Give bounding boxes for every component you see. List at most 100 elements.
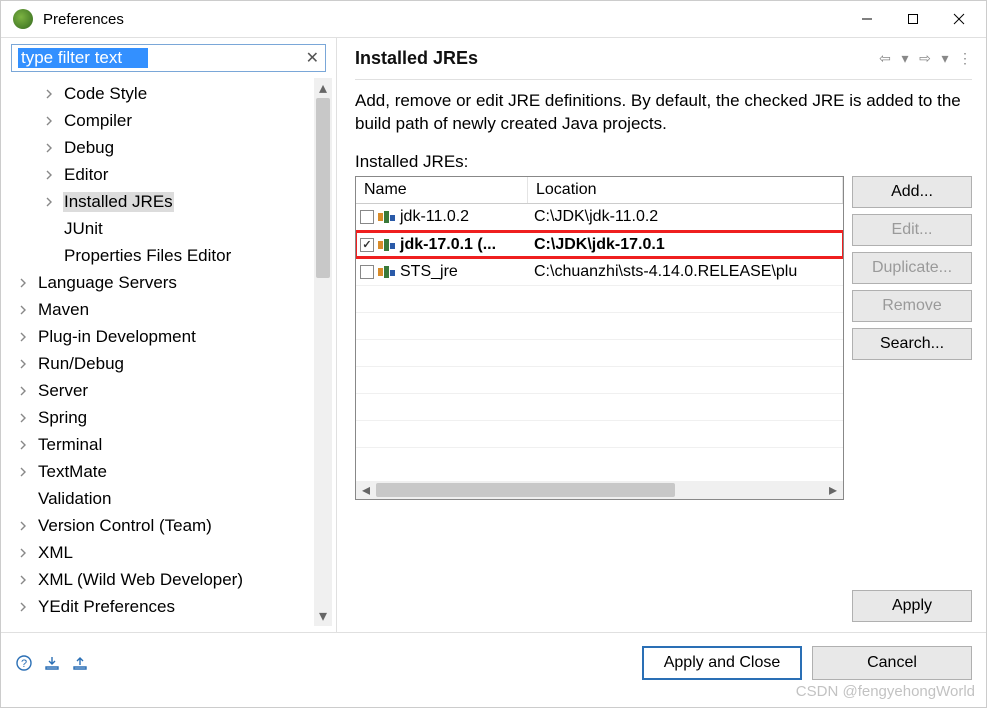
chevron-right-icon[interactable] — [15, 437, 31, 453]
chevron-right-icon[interactable] — [41, 140, 57, 156]
chevron-right-icon[interactable] — [15, 545, 31, 561]
table-row-empty — [356, 339, 843, 366]
tree-item[interactable]: Installed JREs — [5, 188, 314, 215]
table-row-empty — [356, 393, 843, 420]
footer: ? Apply and Close Cancel — [1, 633, 986, 693]
tree-item[interactable]: TextMate — [5, 458, 314, 485]
toolbar-mini: ⇦ ▾ ⇨ ▾ ⋮ — [878, 50, 972, 67]
table-row[interactable]: STS_jreC:\chuanzhi\sts-4.14.0.RELEASE\pl… — [356, 258, 843, 285]
jre-table[interactable]: Name Location jdk-11.0.2C:\JDK\jdk-11.0.… — [355, 176, 844, 500]
edit-button[interactable]: Edit... — [852, 214, 972, 246]
search-button[interactable]: Search... — [852, 328, 972, 360]
help-icon[interactable]: ? — [15, 654, 33, 672]
table-row[interactable]: ✓jdk-17.0.1 (...C:\JDK\jdk-17.0.1 — [356, 231, 843, 258]
cell-name: jdk-11.0.2 — [356, 208, 528, 226]
maximize-button[interactable] — [890, 3, 936, 35]
chevron-right-icon[interactable] — [41, 194, 57, 210]
apply-and-close-button[interactable]: Apply and Close — [642, 646, 802, 680]
scroll-up-icon[interactable]: ▴ — [316, 80, 330, 96]
filter-input[interactable] — [18, 48, 148, 68]
forward-menu-icon[interactable]: ▾ — [938, 50, 952, 67]
table-label: Installed JREs: — [355, 152, 972, 172]
right-panel: Installed JREs ⇦ ▾ ⇨ ▾ ⋮ Add, remove or … — [337, 38, 986, 632]
tree-item[interactable]: Compiler — [5, 107, 314, 134]
cancel-button[interactable]: Cancel — [812, 646, 972, 680]
chevron-right-icon[interactable] — [41, 167, 57, 183]
tree-item[interactable]: Maven — [5, 296, 314, 323]
tree-item[interactable]: XML — [5, 539, 314, 566]
tree-item-label: Run/Debug — [37, 354, 125, 374]
scroll-thumb[interactable] — [316, 98, 330, 278]
forward-icon[interactable]: ⇨ — [918, 50, 932, 67]
tree-item-label: Spring — [37, 408, 88, 428]
chevron-right-icon[interactable] — [15, 329, 31, 345]
checkbox[interactable] — [360, 210, 374, 224]
tree-item[interactable]: Version Control (Team) — [5, 512, 314, 539]
table-row-empty — [356, 312, 843, 339]
workarea: ✕ Code StyleCompilerDebugEditorInstalled… — [1, 37, 986, 633]
tree-item[interactable]: Properties Files Editor — [5, 242, 314, 269]
tree-item-label: Terminal — [37, 435, 103, 455]
chevron-right-icon[interactable] — [41, 113, 57, 129]
table-header: Name Location — [356, 177, 843, 204]
tree-item[interactable]: Editor — [5, 161, 314, 188]
tree-item[interactable]: Plug-in Development — [5, 323, 314, 350]
column-name[interactable]: Name — [356, 177, 528, 203]
chevron-right-icon[interactable] — [15, 383, 31, 399]
tree-item-label: Properties Files Editor — [63, 246, 232, 266]
duplicate-button[interactable]: Duplicate... — [852, 252, 972, 284]
apply-button[interactable]: Apply — [852, 590, 972, 622]
back-menu-icon[interactable]: ▾ — [898, 50, 912, 67]
filter-box[interactable]: ✕ — [11, 44, 326, 72]
tree-item[interactable]: XML (Wild Web Developer) — [5, 566, 314, 593]
close-button[interactable] — [936, 3, 982, 35]
chevron-right-icon[interactable] — [41, 86, 57, 102]
tree-item[interactable]: Debug — [5, 134, 314, 161]
tree-item[interactable]: Validation — [5, 485, 314, 512]
clear-filter-icon[interactable]: ✕ — [306, 48, 319, 68]
tree-item[interactable]: Terminal — [5, 431, 314, 458]
add-button[interactable]: Add... — [852, 176, 972, 208]
scroll-down-icon[interactable]: ▾ — [316, 608, 330, 624]
scroll-thumb-h[interactable] — [376, 483, 675, 497]
table-row-empty — [356, 447, 843, 474]
tree-item-label: XML (Wild Web Developer) — [37, 570, 244, 590]
tree-scrollbar[interactable]: ▴ ▾ — [314, 78, 332, 626]
tree-item[interactable]: YEdit Preferences — [5, 593, 314, 620]
tree-item[interactable]: Code Style — [5, 80, 314, 107]
svg-text:?: ? — [21, 658, 27, 670]
export-icon[interactable] — [71, 654, 89, 672]
checkbox[interactable] — [360, 265, 374, 279]
minimize-button[interactable] — [844, 3, 890, 35]
checkbox[interactable]: ✓ — [360, 238, 374, 252]
table-body[interactable]: jdk-11.0.2C:\JDK\jdk-11.0.2✓jdk-17.0.1 (… — [356, 204, 843, 481]
view-menu-icon[interactable]: ⋮ — [958, 50, 972, 67]
tree-item[interactable]: Run/Debug — [5, 350, 314, 377]
chevron-right-icon[interactable] — [15, 572, 31, 588]
chevron-right-icon[interactable] — [15, 302, 31, 318]
table-row[interactable]: jdk-11.0.2C:\JDK\jdk-11.0.2 — [356, 204, 843, 231]
tree-item-label: Validation — [37, 489, 112, 509]
apply-row: Apply — [355, 574, 972, 622]
tree-item[interactable]: JUnit — [5, 215, 314, 242]
tree-item[interactable]: Language Servers — [5, 269, 314, 296]
back-icon[interactable]: ⇦ — [878, 50, 892, 67]
import-icon[interactable] — [43, 654, 61, 672]
column-location[interactable]: Location — [528, 177, 843, 203]
preferences-tree[interactable]: Code Style CompilerDebugEditorInstalled J… — [5, 78, 314, 626]
chevron-right-icon[interactable] — [15, 518, 31, 534]
remove-button[interactable]: Remove — [852, 290, 972, 322]
window-title: Preferences — [43, 11, 844, 28]
table-scrollbar-h[interactable]: ◂ ▸ — [356, 481, 843, 499]
chevron-right-icon[interactable] — [15, 275, 31, 291]
jre-name: jdk-11.0.2 — [400, 208, 469, 226]
chevron-right-icon[interactable] — [15, 410, 31, 426]
tree-item[interactable]: Server — [5, 377, 314, 404]
chevron-right-icon[interactable] — [15, 356, 31, 372]
chevron-right-icon[interactable] — [15, 464, 31, 480]
chevron-right-icon[interactable] — [15, 599, 31, 615]
tree-item[interactable]: Spring — [5, 404, 314, 431]
tree-item-label: Code Style — [63, 84, 148, 104]
scroll-right-icon[interactable]: ▸ — [825, 483, 841, 497]
scroll-left-icon[interactable]: ◂ — [358, 483, 374, 497]
